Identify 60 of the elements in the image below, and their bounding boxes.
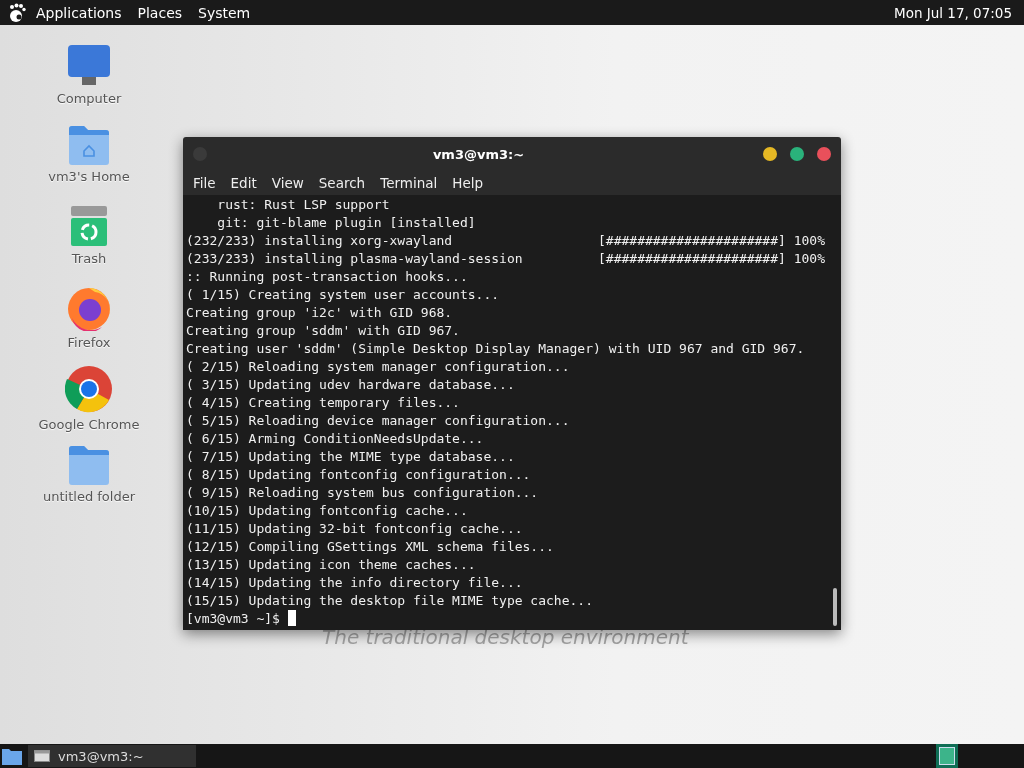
terminal-line: ( 1/15) Creating system user accounts... [186,287,500,302]
task-button[interactable]: vm3@vm3:~ [28,745,196,767]
terminal-line: Creating group 'i2c' with GID 968. [186,305,453,320]
monitor-icon [67,45,111,87]
desktop-icon-label[interactable]: Google Chrome [38,417,140,432]
terminal-line: rust: Rust LSP support [216,197,390,212]
shell-prompt: [vm3@vm3 ~]$ [186,610,280,628]
firefox-icon [66,285,112,331]
menu-item[interactable]: Edit [226,173,264,193]
menu-item[interactable]: Search [314,173,373,193]
terminal-line: (10/15) Updating fontconfig cache... [186,503,468,518]
menu-item[interactable]: Help [448,173,491,193]
chrome-icon [65,365,113,413]
terminal-line: ( 7/15) Updating the MIME type database... [186,449,515,464]
text-cursor [287,610,296,626]
window-icon [34,750,50,762]
panel-menu[interactable]: Places [131,2,189,23]
wallpaper-tagline: The traditional desktop environment [322,625,689,649]
terminal-line: (14/15) Updating the info directory file... [186,575,523,590]
workspace-switcher[interactable] [936,744,958,768]
terminal-line: (232/233) installing xorg-xwayland [186,233,453,248]
desktop-icon-label[interactable]: Computer [56,91,122,106]
desktop-icon-label[interactable]: Firefox [67,335,111,350]
window-title: vm3@vm3:~ [431,146,526,162]
terminal-line: Creating group 'sddm' with GID 967. [186,323,460,338]
terminal-line: (11/15) Updating 32-bit fontconfig cache... [186,521,523,536]
folder-icon[interactable] [2,747,22,765]
trash-icon [70,205,108,247]
terminal-line: :: Running post-transaction hooks... [186,269,468,284]
terminal-line: ( 8/15) Updating fontconfig configuration... [186,467,531,482]
menu-item[interactable]: Terminal [376,173,445,193]
clock[interactable]: Mon Jul 17, 07:05 [894,4,1016,21]
progress-text: [######################] 100% [598,232,825,250]
terminal-line: ( 4/15) Creating temporary files... [186,395,460,410]
terminal-line: ( 3/15) Updating udev hardware database... [186,377,515,392]
minimize-button[interactable] [763,147,777,161]
terminal-line: (15/15) Updating the desktop file MIME type cache... [186,593,593,608]
folder-icon [68,445,110,485]
desktop-icon-label[interactable]: untitled folder [43,489,135,504]
terminal-line: Creating user 'sddm' (Simple Desktop Display Manager) with UID 967 and GID 967. [186,341,805,356]
terminal-line: (13/15) Updating icon theme caches... [186,557,476,572]
maximize-button[interactable] [790,147,804,161]
scrollbar-thumb[interactable] [833,588,837,626]
terminal-line: ( 6/15) Arming ConditionNeedsUpdate... [186,431,484,446]
terminal-line: ( 5/15) Reloading device manager configuration... [186,413,570,428]
foot-logo-icon[interactable] [8,2,26,23]
desktop-icon-label[interactable]: vm3's Home [48,169,130,184]
panel-menu[interactable]: System [192,2,257,23]
progress-text: [######################] 100% [598,250,825,268]
terminal-line: (233/233) installing plasma-wayland-session [186,251,523,266]
terminal-line: ( 2/15) Reloading system manager configuration... [186,359,570,374]
home-folder-icon [68,125,110,165]
desktop-icon-label[interactable]: Trash [71,251,107,266]
terminal-line: (12/15) Compiling GSettings XML schema files... [186,539,554,554]
menu-item[interactable]: File [189,173,223,193]
menu-item[interactable]: View [267,173,311,193]
terminal-line: ( 9/15) Reloading system bus configuration... [186,485,539,500]
close-button[interactable] [817,147,831,161]
terminal-line: git: git-blame plugin [installed] [216,215,476,230]
panel-menu[interactable]: Applications [30,2,128,23]
